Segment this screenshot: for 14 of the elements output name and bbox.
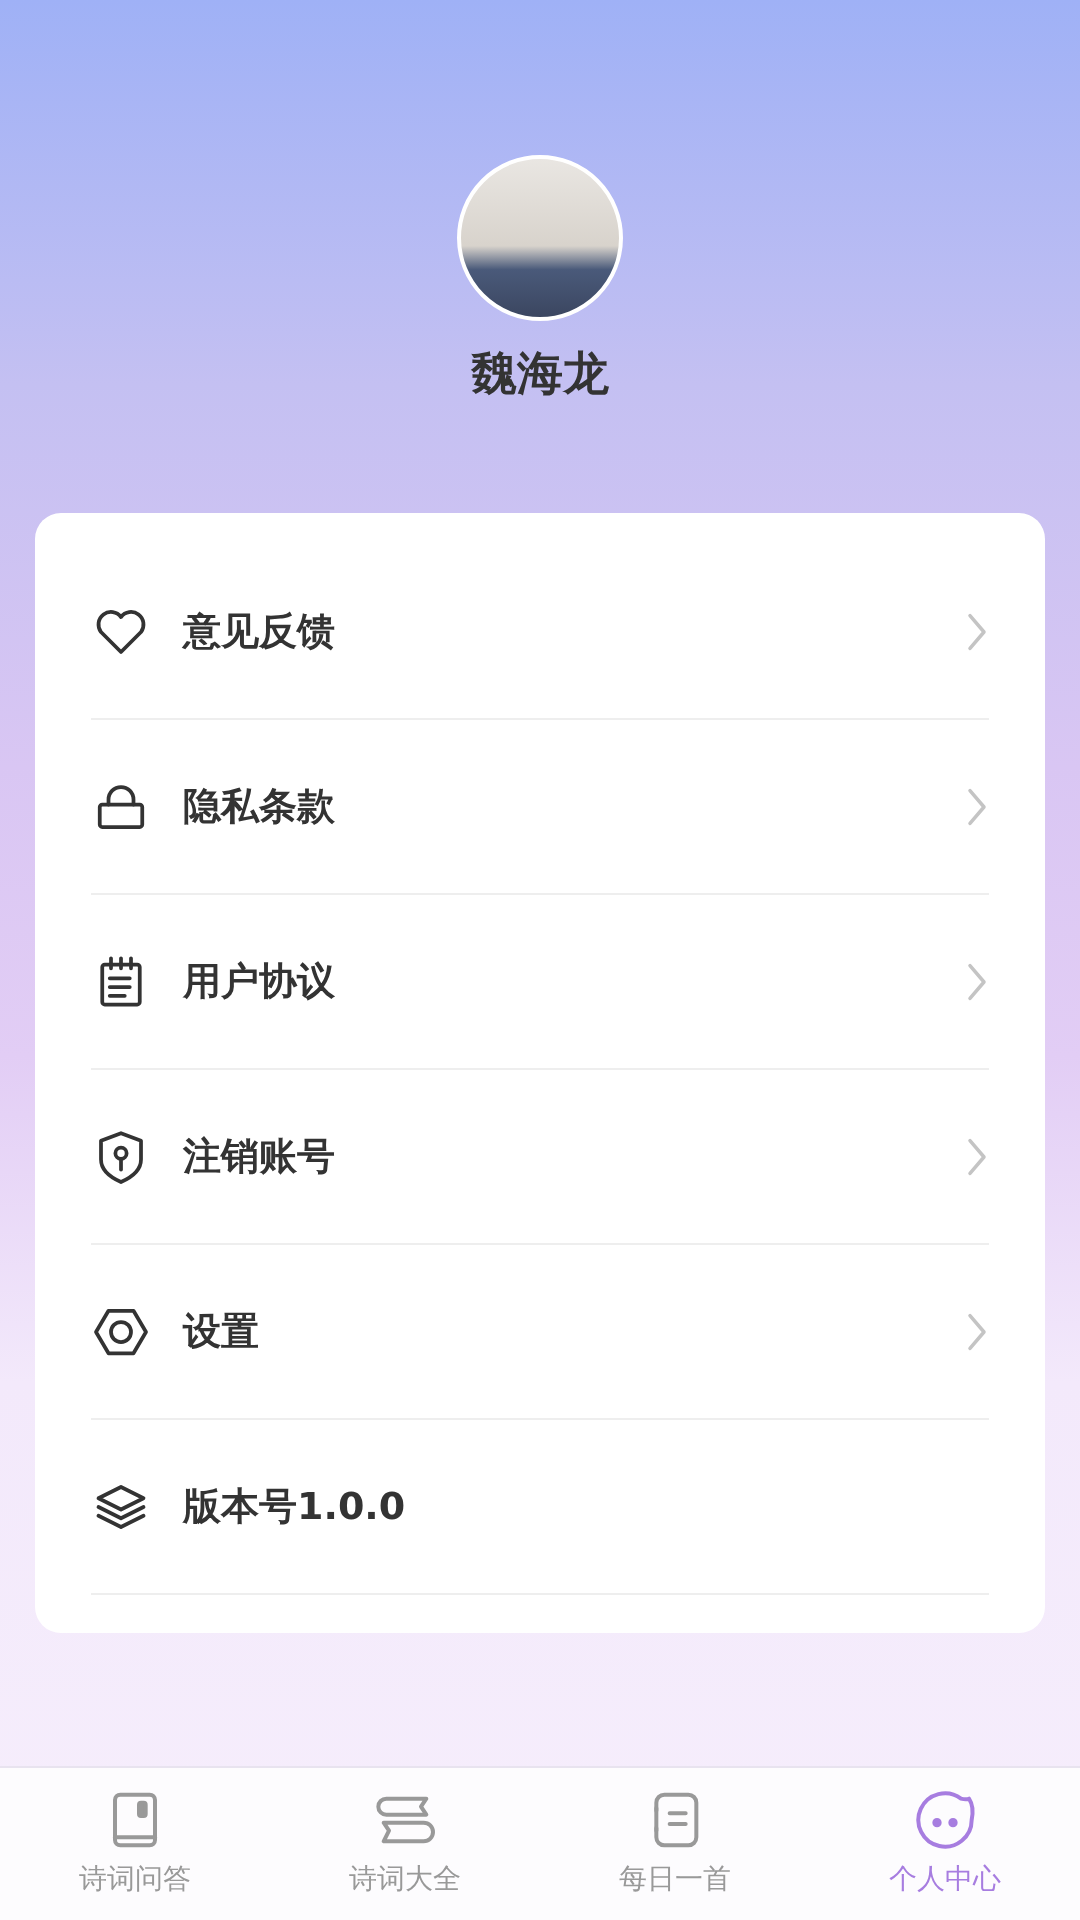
menu-item[interactable]: 版本号1.0.0 <box>91 1420 989 1595</box>
menu-label: 隐私条款 <box>183 783 336 830</box>
menu-label: 注销账号 <box>183 1133 336 1180</box>
menu-item[interactable]: 用户协议 <box>91 895 989 1070</box>
smiley-face-icon <box>913 1788 977 1852</box>
menu-item[interactable]: 设置 <box>91 1245 989 1420</box>
menu-label: 版本号1.0.0 <box>183 1483 407 1530</box>
menu-item[interactable]: 隐私条款 <box>91 720 989 895</box>
menu-label: 用户协议 <box>183 958 336 1005</box>
menu-label: 意见反馈 <box>183 608 336 655</box>
menu-label: 设置 <box>183 1308 260 1355</box>
user-name: 魏海龙 <box>471 345 609 402</box>
menu-item[interactable]: 意见反馈 <box>91 545 989 720</box>
menu-item[interactable]: 注销账号 <box>91 1070 989 1245</box>
